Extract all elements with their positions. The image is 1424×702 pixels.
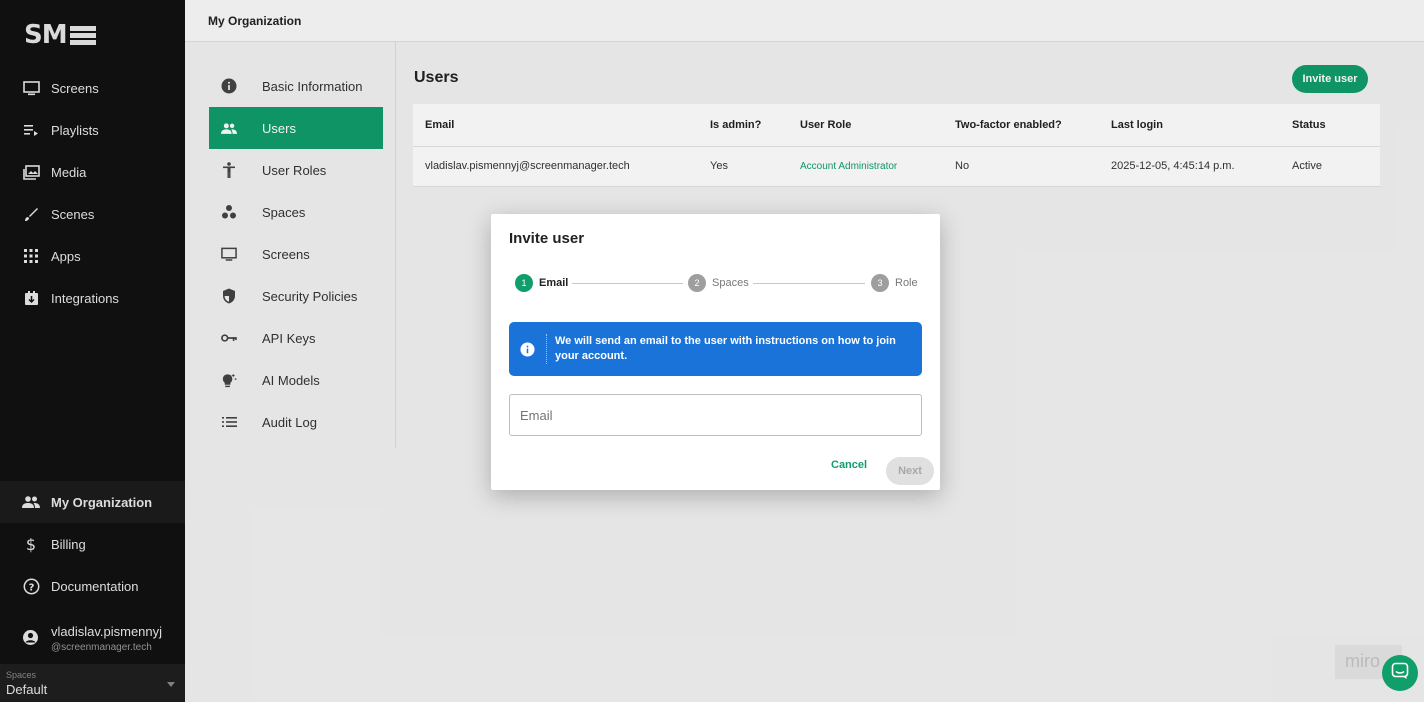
info-message: We will send an email to the user with i… — [555, 335, 896, 362]
step-role: 3 Role — [871, 274, 918, 292]
invite-user-dialog: Invite user 1 Email 2 Spaces 3 Role We w… — [491, 214, 940, 490]
step-email: 1 Email — [515, 274, 568, 292]
step-label: Role — [895, 277, 918, 289]
cancel-button[interactable]: Cancel — [831, 459, 867, 471]
next-button[interactable]: Next — [886, 457, 934, 485]
step-label: Spaces — [712, 277, 749, 289]
chat-support-button[interactable] — [1382, 655, 1418, 691]
dialog-title: Invite user — [509, 230, 585, 247]
step-number: 2 — [688, 274, 706, 292]
step-number: 3 — [871, 274, 889, 292]
step-number: 1 — [515, 274, 533, 292]
chat-icon — [1391, 662, 1409, 685]
step-label: Email — [539, 277, 569, 289]
step-spaces: 2 Spaces — [688, 274, 749, 292]
info-icon — [509, 334, 547, 364]
stepper-connector — [753, 283, 865, 284]
email-input[interactable] — [509, 394, 922, 436]
stepper-connector — [572, 283, 683, 284]
info-alert: We will send an email to the user with i… — [509, 322, 922, 376]
